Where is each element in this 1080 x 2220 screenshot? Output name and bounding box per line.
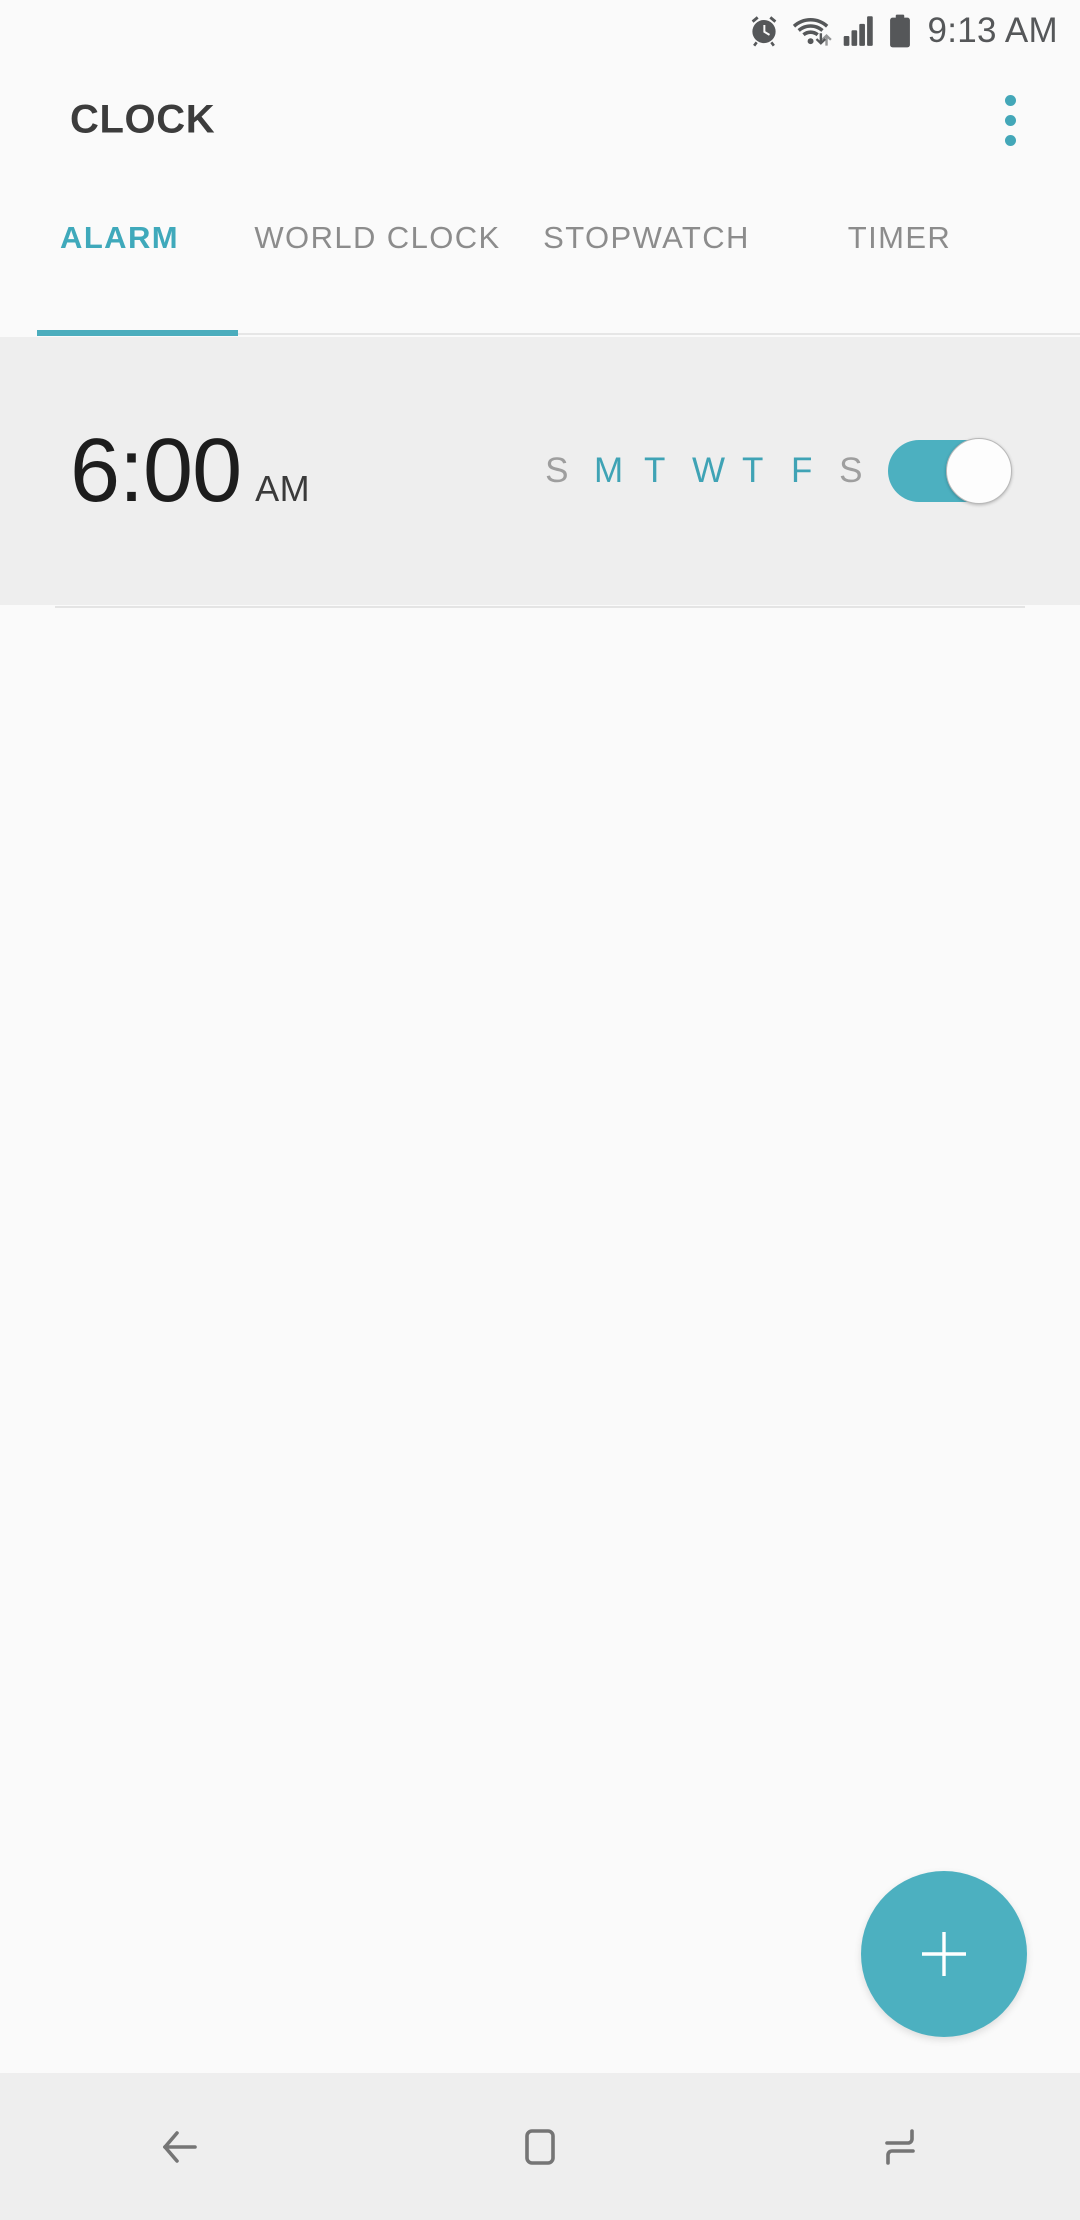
tab-world-clock[interactable]: WORLD CLOCK bbox=[239, 178, 516, 298]
tab-world-clock-label: WORLD CLOCK bbox=[254, 220, 501, 255]
day-thursday[interactable]: T bbox=[741, 451, 765, 491]
day-monday[interactable]: M bbox=[594, 451, 623, 491]
tab-bar: ALARM WORLD CLOCK STOPWATCH TIMER bbox=[0, 178, 1080, 336]
tab-timer-label: TIMER bbox=[847, 220, 952, 255]
back-icon bbox=[163, 2130, 197, 2163]
alarm-time-block: 6:00 AM bbox=[70, 426, 310, 516]
overflow-dot-icon bbox=[1004, 94, 1016, 106]
plus-icon bbox=[922, 1932, 966, 1976]
nav-recents-button[interactable] bbox=[720, 2073, 1080, 2220]
recents-icon bbox=[885, 2128, 915, 2165]
status-bar: 9:13 AM bbox=[0, 0, 1080, 62]
alarm-list-area bbox=[0, 608, 1080, 2073]
status-bar-clock: 9:13 AM bbox=[927, 11, 1058, 50]
day-sunday[interactable]: S bbox=[545, 451, 569, 491]
alarm-meridiem: AM bbox=[255, 468, 311, 509]
tab-bar-divider bbox=[238, 333, 1080, 335]
overflow-menu-button[interactable] bbox=[970, 80, 1050, 160]
day-saturday[interactable]: S bbox=[839, 451, 863, 491]
clock-app-screen: 9:13 AM CLOCK ALARM WORLD CLOCK STOPWATC… bbox=[0, 0, 1080, 2220]
alarm-day-selector: S M T W T F S bbox=[545, 451, 863, 491]
tab-alarm[interactable]: ALARM bbox=[0, 178, 239, 298]
alarm-time: 6:00 bbox=[70, 421, 242, 521]
alarm-icon bbox=[747, 14, 781, 48]
wifi-icon bbox=[792, 14, 833, 48]
alarm-list-divider bbox=[55, 606, 1025, 608]
home-icon bbox=[525, 2128, 555, 2165]
tab-stopwatch-label: STOPWATCH bbox=[543, 220, 750, 255]
day-tuesday[interactable]: T bbox=[643, 451, 667, 491]
tab-stopwatch[interactable]: STOPWATCH bbox=[516, 178, 777, 298]
signal-icon bbox=[843, 15, 877, 47]
day-wednesday[interactable]: W bbox=[692, 451, 725, 491]
day-friday[interactable]: F bbox=[790, 451, 814, 491]
overflow-dot-icon bbox=[1004, 114, 1016, 126]
add-alarm-fab[interactable] bbox=[861, 1871, 1027, 2037]
system-navigation-bar bbox=[0, 2073, 1080, 2220]
page-title: CLOCK bbox=[70, 97, 216, 142]
overflow-dot-icon bbox=[1004, 134, 1016, 146]
tab-alarm-label: ALARM bbox=[60, 220, 179, 255]
alarm-toggle-switch[interactable] bbox=[888, 438, 1012, 504]
app-bar: CLOCK bbox=[0, 62, 1080, 178]
nav-back-button[interactable] bbox=[0, 2073, 360, 2220]
tab-active-indicator bbox=[37, 330, 238, 336]
toggle-knob bbox=[946, 438, 1012, 504]
alarm-list-item[interactable]: 6:00 AM S M T W T F S bbox=[0, 337, 1080, 605]
nav-home-button[interactable] bbox=[360, 2073, 720, 2220]
battery-icon bbox=[888, 14, 912, 48]
tab-timer[interactable]: TIMER bbox=[777, 178, 1022, 298]
